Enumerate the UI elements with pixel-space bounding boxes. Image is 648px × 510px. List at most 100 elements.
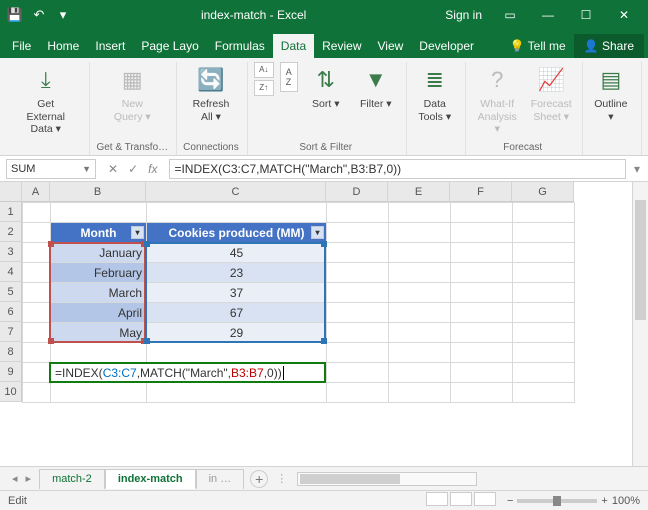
cell-A8[interactable] bbox=[23, 343, 51, 363]
cell-E5[interactable] bbox=[389, 283, 451, 303]
cell-E8[interactable] bbox=[389, 343, 451, 363]
col-header-A[interactable]: A bbox=[22, 182, 50, 202]
cell-C7[interactable]: 29 bbox=[147, 323, 327, 343]
cell-E7[interactable] bbox=[389, 323, 451, 343]
cell-A4[interactable] bbox=[23, 263, 51, 283]
cell-C6[interactable]: 67 bbox=[147, 303, 327, 323]
zoom-control[interactable]: − + 100% bbox=[507, 495, 640, 507]
cell-D6[interactable] bbox=[327, 303, 389, 323]
sheet-nav-last-icon[interactable]: ▸ bbox=[26, 472, 32, 485]
cell-B1[interactable] bbox=[51, 203, 147, 223]
refresh-all-button[interactable]: 🔄RefreshAll ▾ bbox=[189, 62, 234, 125]
cell-F9[interactable] bbox=[451, 363, 513, 383]
cell-F5[interactable] bbox=[451, 283, 513, 303]
tab-file[interactable]: File bbox=[4, 34, 39, 58]
tab-review[interactable]: Review bbox=[314, 34, 369, 58]
cell-B9[interactable]: =INDEX(C3:C7,MATCH("March",B3:B7,0)) bbox=[51, 363, 327, 383]
cell-E4[interactable] bbox=[389, 263, 451, 283]
cancel-formula-icon[interactable]: ✕ bbox=[108, 162, 118, 176]
cell-E2[interactable] bbox=[389, 223, 451, 243]
close-icon[interactable]: ✕ bbox=[606, 2, 642, 28]
cell-B3[interactable]: January bbox=[51, 243, 147, 263]
formula-bar[interactable]: =INDEX(C3:C7,MATCH("March",B3:B7,0)) bbox=[169, 159, 626, 179]
cell-F8[interactable] bbox=[451, 343, 513, 363]
share-button[interactable]: 👤 Share bbox=[574, 34, 644, 58]
cell-D1[interactable] bbox=[327, 203, 389, 223]
cell-A7[interactable] bbox=[23, 323, 51, 343]
fx-icon[interactable]: fx bbox=[148, 162, 157, 176]
sheet-tab-match-2[interactable]: match-2 bbox=[39, 469, 105, 489]
cell-G9[interactable] bbox=[513, 363, 575, 383]
row-header-5[interactable]: 5 bbox=[0, 282, 22, 302]
cell-D2[interactable] bbox=[327, 223, 389, 243]
view-buttons[interactable] bbox=[425, 492, 497, 509]
tab-page-layo[interactable]: Page Layo bbox=[133, 34, 206, 58]
tab-formulas[interactable]: Formulas bbox=[207, 34, 273, 58]
sheet-tab-index-match[interactable]: index-match bbox=[105, 469, 196, 489]
sort-button[interactable]: ⇅Sort ▾ bbox=[304, 62, 348, 113]
filter-button[interactable]: ▼Filter ▾ bbox=[354, 62, 398, 113]
cell-G6[interactable] bbox=[513, 303, 575, 323]
row-header-10[interactable]: 10 bbox=[0, 382, 22, 402]
cell-G8[interactable] bbox=[513, 343, 575, 363]
cell-A1[interactable] bbox=[23, 203, 51, 223]
cell-D8[interactable] bbox=[327, 343, 389, 363]
what-if-analysis-button[interactable]: ?What-IfAnalysis ▾ bbox=[472, 62, 523, 138]
cell-C8[interactable] bbox=[147, 343, 327, 363]
cell-A10[interactable] bbox=[23, 383, 51, 403]
cell-D3[interactable] bbox=[327, 243, 389, 263]
cell-E6[interactable] bbox=[389, 303, 451, 323]
row-header-8[interactable]: 8 bbox=[0, 342, 22, 362]
cell-B10[interactable] bbox=[51, 383, 147, 403]
cell-A6[interactable] bbox=[23, 303, 51, 323]
col-header-E[interactable]: E bbox=[388, 182, 450, 202]
redo-icon[interactable]: ▾ bbox=[54, 6, 72, 24]
cell-G5[interactable] bbox=[513, 283, 575, 303]
cell-G2[interactable] bbox=[513, 223, 575, 243]
cell-B6[interactable]: April bbox=[51, 303, 147, 323]
data-tools-button[interactable]: ≣DataTools ▾ bbox=[413, 62, 457, 125]
cell-G7[interactable] bbox=[513, 323, 575, 343]
tab-insert[interactable]: Insert bbox=[87, 34, 133, 58]
cell-B5[interactable]: March bbox=[51, 283, 147, 303]
cell-F3[interactable] bbox=[451, 243, 513, 263]
cell-F6[interactable] bbox=[451, 303, 513, 323]
cell-C2[interactable]: Cookies produced (MM)▾ bbox=[147, 223, 327, 243]
col-header-C[interactable]: C bbox=[146, 182, 326, 202]
minimize-icon[interactable]: — bbox=[530, 2, 566, 28]
cell-D7[interactable] bbox=[327, 323, 389, 343]
cell-C10[interactable] bbox=[147, 383, 327, 403]
zoom-in-icon[interactable]: + bbox=[601, 495, 607, 507]
expand-formula-icon[interactable]: ▾ bbox=[632, 162, 642, 176]
cell-G3[interactable] bbox=[513, 243, 575, 263]
col-header-D[interactable]: D bbox=[326, 182, 388, 202]
cell-F4[interactable] bbox=[451, 263, 513, 283]
cell-A5[interactable] bbox=[23, 283, 51, 303]
cell-D5[interactable] bbox=[327, 283, 389, 303]
sheet-tab-in-[interactable]: in … bbox=[196, 469, 245, 489]
tab-view[interactable]: View bbox=[370, 34, 412, 58]
undo-icon[interactable]: ↶ bbox=[30, 6, 48, 24]
cell-A2[interactable] bbox=[23, 223, 51, 243]
cell-E9[interactable] bbox=[389, 363, 451, 383]
outline-button[interactable]: ▤Outline ▾ bbox=[589, 62, 633, 125]
cell-G10[interactable] bbox=[513, 383, 575, 403]
cell-E1[interactable] bbox=[389, 203, 451, 223]
chevron-down-icon[interactable]: ▼ bbox=[82, 164, 91, 174]
cell-E3[interactable] bbox=[389, 243, 451, 263]
col-header-B[interactable]: B bbox=[50, 182, 146, 202]
cell-C4[interactable]: 23 bbox=[147, 263, 327, 283]
forecast-sheet-button[interactable]: 📈ForecastSheet ▾ bbox=[529, 62, 574, 125]
sign-in-link[interactable]: Sign in bbox=[445, 8, 482, 22]
cell-D10[interactable] bbox=[327, 383, 389, 403]
maximize-icon[interactable]: ☐ bbox=[568, 2, 604, 28]
row-header-4[interactable]: 4 bbox=[0, 262, 22, 282]
sheet-nav-first-icon[interactable]: ◂ bbox=[12, 472, 18, 485]
enter-formula-icon[interactable]: ✓ bbox=[128, 162, 138, 176]
col-header-G[interactable]: G bbox=[512, 182, 574, 202]
tell-me[interactable]: 💡 Tell me bbox=[502, 34, 574, 58]
tab-developer[interactable]: Developer bbox=[411, 34, 482, 58]
row-header-3[interactable]: 3 bbox=[0, 242, 22, 262]
cell-D4[interactable] bbox=[327, 263, 389, 283]
cell-A9[interactable] bbox=[23, 363, 51, 383]
